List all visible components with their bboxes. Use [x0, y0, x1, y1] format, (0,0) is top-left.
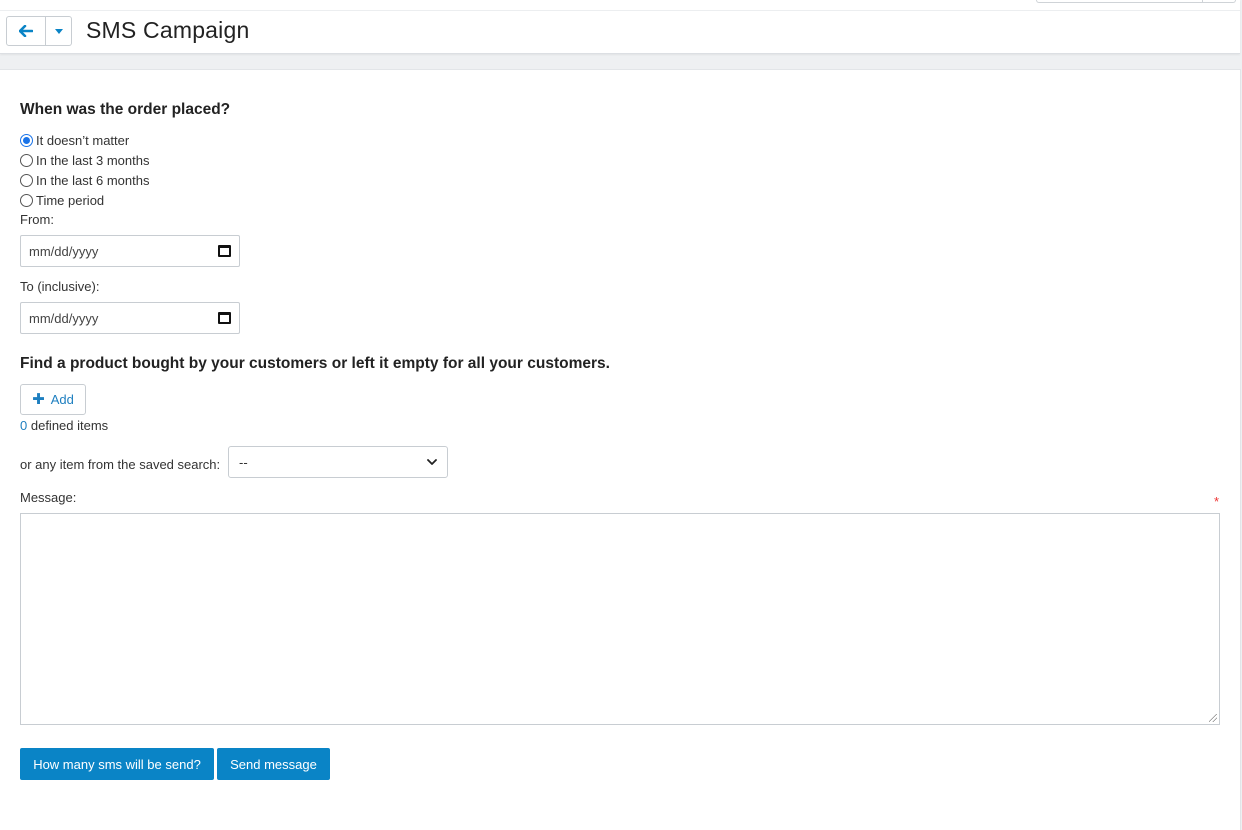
saved-search-value: -- — [239, 454, 248, 470]
caret-down-icon — [54, 28, 63, 34]
message-textarea[interactable] — [20, 513, 1220, 725]
to-label: To (inclusive): — [20, 279, 100, 294]
defined-items-text: defined items — [30, 418, 109, 433]
navigation-button-group — [6, 16, 72, 46]
radio-button[interactable] — [20, 173, 33, 187]
count-sms-button[interactable]: How many sms will be send? — [20, 748, 214, 780]
from-label: From: — [20, 212, 54, 227]
radio-button[interactable] — [20, 193, 33, 207]
radio-option-time-period[interactable]: Time period — [20, 191, 104, 209]
radio-option-3-months[interactable]: In the last 3 months — [20, 151, 149, 169]
saved-search-label: or any item from the saved search: — [20, 457, 221, 472]
calendar-icon[interactable] — [218, 312, 231, 324]
from-date-input[interactable]: mm/dd/yyyy — [20, 235, 240, 267]
radio-option-6-months[interactable]: In the last 6 months — [20, 171, 149, 189]
to-date-placeholder: mm/dd/yyyy — [29, 310, 99, 326]
product-heading: Find a product bought by your customers … — [20, 355, 610, 372]
arrow-left-icon — [19, 25, 33, 37]
order-placed-heading: When was the order placed? — [20, 101, 231, 118]
defined-items-number[interactable]: 0 — [20, 418, 27, 433]
page-title: SMS Campaign — [86, 17, 250, 43]
calendar-icon[interactable] — [218, 245, 231, 257]
from-date-placeholder: mm/dd/yyyy — [29, 243, 99, 259]
radio-label: It doesn’t matter — [36, 132, 130, 148]
radio-option-any[interactable]: It doesn’t matter — [20, 131, 129, 149]
radio-button[interactable] — [20, 153, 33, 167]
chevron-down-icon — [427, 458, 437, 465]
main-panel: When was the order placed? It doesn’t ma… — [0, 69, 1241, 830]
radio-button-checked[interactable] — [20, 133, 33, 147]
saved-search-select[interactable]: -- — [228, 446, 448, 478]
add-button-label: Add — [50, 392, 74, 407]
back-button[interactable] — [6, 16, 46, 46]
required-indicator: * — [1214, 494, 1220, 509]
message-label: Message: — [20, 490, 77, 505]
defined-items-count: 0 defined items — [20, 418, 108, 433]
send-message-button[interactable]: Send message — [217, 748, 330, 780]
to-date-input[interactable]: mm/dd/yyyy — [20, 302, 240, 334]
radio-label: In the last 6 months — [36, 172, 150, 188]
plus-icon: ✚ — [32, 391, 45, 408]
add-product-button[interactable]: ✚ Add — [20, 384, 86, 415]
top-right-control[interactable] — [1036, 0, 1236, 3]
top-right-separator — [1202, 0, 1203, 2]
radio-label: In the last 3 months — [36, 152, 150, 168]
history-dropdown-button[interactable] — [46, 16, 72, 46]
top-bar: SMS Campaign — [0, 0, 1240, 54]
resize-handle-icon[interactable] — [1209, 714, 1217, 722]
top-divider — [0, 10, 1240, 11]
radio-label: Time period — [36, 192, 105, 208]
